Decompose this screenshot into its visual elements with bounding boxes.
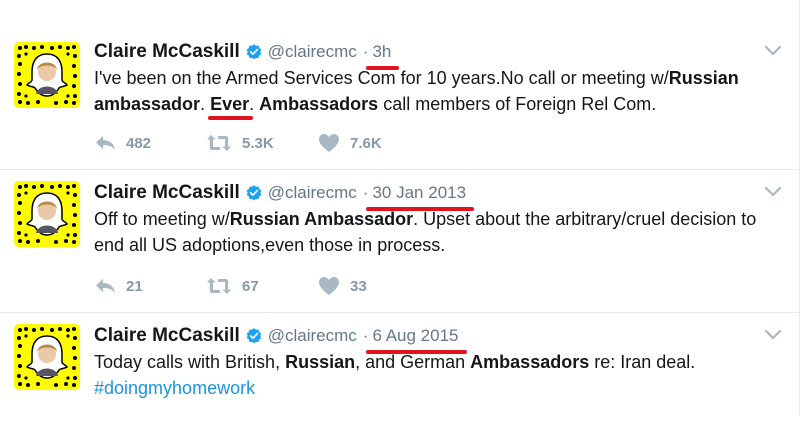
tweet-actions: 482 5.3K 7.6K [94, 131, 430, 155]
like-icon [319, 277, 339, 295]
text-segment: Today calls with British, [94, 352, 286, 372]
separator-dot: · [362, 183, 369, 202]
separator-dot: · [362, 326, 369, 345]
tweet-timestamp[interactable]: 30 Jan 2013 [366, 183, 475, 211]
caret-down-icon[interactable] [764, 329, 782, 341]
timestamp-text: 30 Jan 2013 [372, 183, 467, 202]
tweet-timestamp[interactable]: 6 Aug 2015 [366, 326, 467, 354]
retweet-count: 5.3K [242, 134, 274, 152]
reply-button[interactable]: 482 [94, 134, 206, 152]
avatar[interactable] [14, 42, 80, 108]
verified-badge-icon [246, 328, 262, 344]
avatar[interactable] [14, 181, 80, 247]
text-bold: Russian [285, 352, 356, 372]
text-bold: Ambassadors [470, 352, 590, 372]
snapcode-avatar [14, 324, 80, 390]
retweet-button[interactable]: 5.3K [206, 134, 318, 152]
author-handle[interactable]: @clairecmc [268, 183, 357, 203]
like-icon [319, 134, 339, 152]
caret-down-icon[interactable] [764, 186, 782, 198]
text-bold: Ambassadors [259, 94, 379, 114]
like-button[interactable]: 7.6K [318, 133, 430, 153]
author-name[interactable]: Claire McCaskill [94, 182, 240, 204]
verified-badge-icon [246, 44, 262, 60]
author-name[interactable]: Claire McCaskill [94, 41, 240, 63]
reply-icon [96, 136, 115, 150]
retweet-count: 67 [242, 277, 259, 295]
hashtag-link[interactable]: #doingmyhomework [94, 378, 255, 398]
red-underline-annotation [208, 116, 254, 120]
tweet-header: Claire McCaskill @clairecmc · 6 Aug 2015 [94, 324, 467, 354]
text-bold: Ever [210, 94, 250, 114]
tweet-header: Claire McCaskill @clairecmc · 30 Jan 201… [94, 181, 475, 211]
author-handle[interactable]: @clairecmc [268, 42, 357, 62]
like-count: 7.6K [350, 134, 382, 152]
timestamp-text: 3h [372, 42, 392, 61]
retweet-button[interactable]: 67 [206, 277, 318, 295]
retweet-icon [207, 278, 231, 294]
text-bold: Russian Ambassador [229, 209, 414, 229]
caret-down-icon[interactable] [764, 45, 782, 57]
text-segment: I've been on the Armed Services Com for … [94, 68, 669, 88]
avatar[interactable] [14, 324, 80, 390]
text-segment: call members of Foreign Rel Com. [378, 94, 657, 114]
author-handle[interactable]: @clairecmc [268, 326, 357, 346]
tweet-text: Today calls with British, Russian, and G… [94, 349, 786, 401]
timestamp-text: 6 Aug 2015 [372, 326, 459, 345]
reply-count: 482 [126, 134, 152, 152]
text-segment: re: Iran deal. [589, 352, 696, 372]
tweet-timeline: Claire McCaskill @clairecmc · 3h I've be… [0, 0, 800, 416]
tweet[interactable]: Claire McCaskill @clairecmc · 6 Aug 2015… [0, 313, 800, 423]
snapcode-avatar [14, 181, 80, 247]
separator-dot: · [362, 42, 369, 61]
reply-count: 21 [126, 277, 143, 295]
like-button[interactable]: 33 [318, 276, 430, 296]
tweet[interactable]: Claire McCaskill @clairecmc · 30 Jan 201… [0, 170, 800, 313]
like-count: 33 [350, 277, 367, 295]
text-bold-annotated: Ever [208, 94, 254, 120]
tweet-header: Claire McCaskill @clairecmc · 3h [94, 40, 400, 70]
text-segment: . [200, 94, 211, 114]
retweet-icon [207, 135, 231, 151]
snapcode-avatar [14, 42, 80, 108]
text-segment: Off to meeting w/ [94, 209, 230, 229]
text-segment: , and German [355, 352, 471, 372]
tweet[interactable]: Claire McCaskill @clairecmc · 3h I've be… [0, 0, 800, 170]
text-bold: ambassador [94, 94, 201, 114]
author-name[interactable]: Claire McCaskill [94, 325, 240, 347]
text-segment: . [249, 94, 260, 114]
tweet-actions: 21 67 33 [94, 274, 430, 298]
tweet-text: I've been on the Armed Services Com for … [94, 65, 786, 120]
reply-icon [96, 279, 115, 293]
tweet-timestamp[interactable]: 3h [366, 42, 400, 70]
tweet-text: Off to meeting w/Russian Ambassador. Ups… [94, 206, 786, 258]
text-bold: Russian [668, 68, 739, 88]
verified-badge-icon [246, 185, 262, 201]
reply-button[interactable]: 21 [94, 277, 206, 295]
